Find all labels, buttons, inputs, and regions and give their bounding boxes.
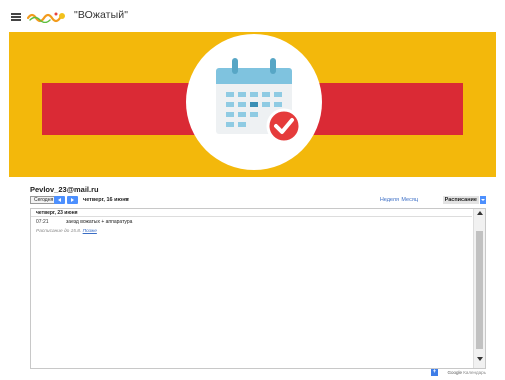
calendar-embed: Pevlov_23@mail.ru Сегодня четверг, 16 ию… (30, 185, 486, 377)
google-calendar-plus-icon[interactable]: + (431, 369, 438, 376)
hamburger-menu-icon[interactable] (11, 13, 21, 21)
agenda-day-header: четверг, 23 июня (31, 209, 472, 217)
event-title[interactable]: заезд вожатых + аппаратура (66, 218, 132, 227)
google-word: Google (447, 370, 463, 375)
agenda-event-row[interactable]: 07:21 заезд вожатых + аппаратура (31, 218, 472, 227)
tab-week[interactable]: Неделя (380, 196, 399, 204)
calendar-account: Pevlov_23@mail.ru (30, 185, 99, 194)
scroll-up-arrow-icon[interactable] (477, 211, 483, 215)
agenda-list: четверг, 23 июня 07:21 заезд вожатых + а… (30, 208, 486, 369)
event-time: 07:21 (36, 219, 49, 225)
date-picker-caret-icon[interactable] (125, 198, 129, 201)
tab-schedule[interactable]: Расписание (442, 196, 479, 204)
top-bar: "ВОжатый" (0, 0, 505, 34)
view-dropdown-icon[interactable] (480, 196, 486, 204)
header-banner (9, 32, 496, 177)
prev-period-button[interactable] (54, 196, 65, 204)
agenda-scrollbar[interactable] (473, 209, 485, 368)
banner-circle (186, 34, 322, 170)
calendar-word: Календарь (463, 370, 486, 375)
load-later-link[interactable]: Позже (83, 229, 97, 234)
site-logo[interactable] (27, 10, 67, 23)
scroll-down-arrow-icon[interactable] (477, 357, 483, 361)
google-calendar-link[interactable]: Google Календарь (448, 369, 487, 376)
calendar-footer: + Google Календарь (30, 369, 486, 377)
site-title: "ВОжатый" (74, 9, 129, 21)
next-period-button[interactable] (67, 196, 78, 204)
current-date-label[interactable]: четверг, 16 июня (83, 196, 129, 204)
tab-month[interactable]: Месяц (401, 196, 418, 204)
scrollbar-thumb[interactable] (476, 231, 483, 349)
calendar-check-icon (216, 58, 302, 144)
schedule-range-note: Расписание до 15.8. Позже (36, 228, 97, 236)
schedule-range-text: Расписание до 15.8. (36, 229, 82, 234)
calendar-toolbar: Сегодня четверг, 16 июня Неделя Месяц Ра… (30, 196, 486, 206)
